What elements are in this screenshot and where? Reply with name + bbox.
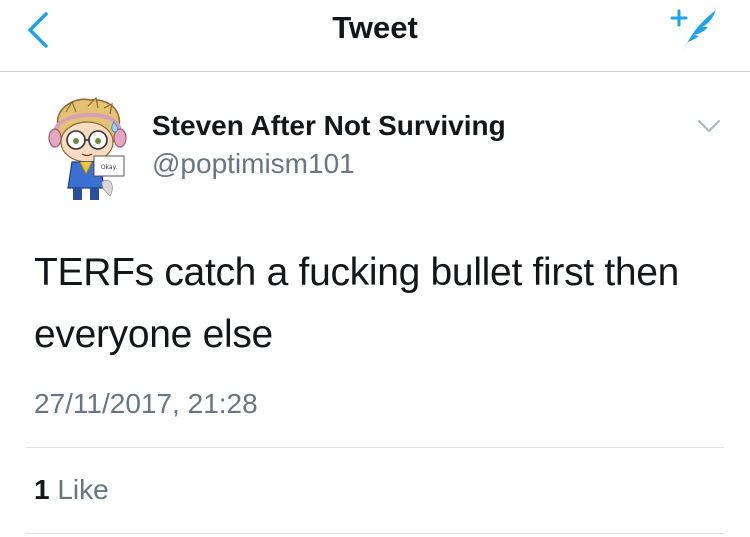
tweet-header: Okay. Steven After Not Surviving @poptim… <box>0 72 750 222</box>
author-display-name[interactable]: Steven After Not Surviving <box>152 110 506 142</box>
like-count: 1 <box>34 474 50 505</box>
likes-count-link[interactable]: 1 Like <box>34 474 109 506</box>
navigation-bar: Tweet <box>0 0 750 72</box>
avatar-sign-text: Okay. <box>101 164 117 171</box>
tweet-text: TERFs catch a fucking bullet first then … <box>34 251 680 356</box>
tweet-options-button[interactable] <box>694 114 724 138</box>
divider <box>26 447 724 448</box>
compose-tweet-icon <box>670 9 716 50</box>
avatar[interactable]: Okay. <box>40 92 132 202</box>
chevron-down-icon <box>697 119 721 133</box>
page-title: Tweet <box>332 10 418 45</box>
like-label: Like <box>57 474 109 505</box>
author-handle[interactable]: @poptimism101 <box>152 148 355 180</box>
compose-tweet-button[interactable] <box>664 4 722 54</box>
tweet-timestamp: 27/11/2017, 21:28 <box>34 388 258 419</box>
divider <box>26 533 724 534</box>
